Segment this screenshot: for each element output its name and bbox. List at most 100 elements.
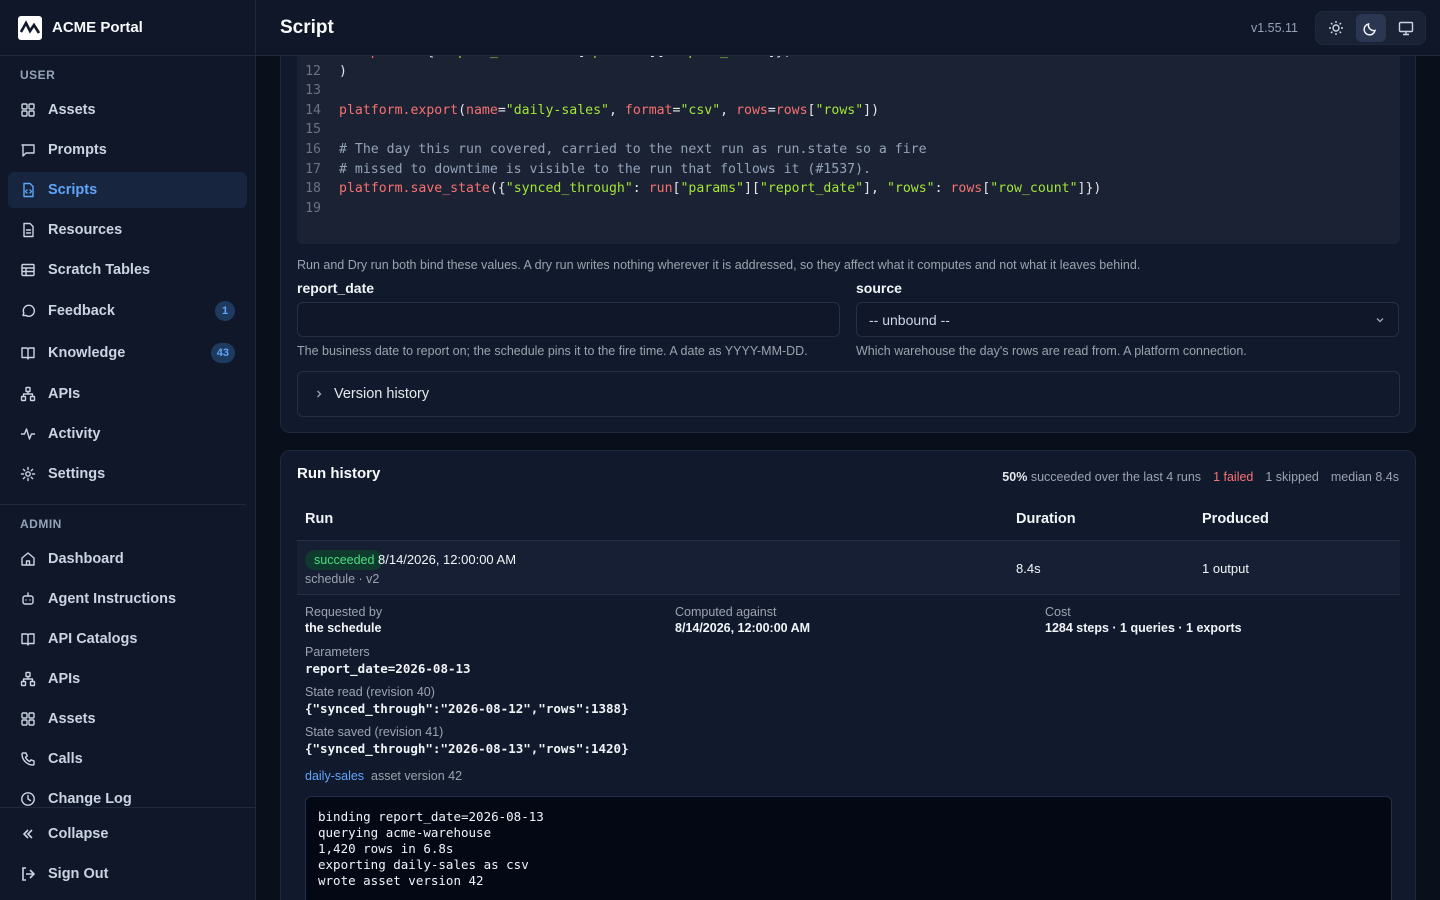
nav-label: Assets [48, 102, 96, 118]
sun-icon [1328, 21, 1343, 35]
chevron-right-icon [314, 389, 324, 399]
computed-against-label: Computed against [675, 605, 777, 619]
sidebar-item-knowledge[interactable]: Knowledge 43 [8, 335, 247, 371]
column-run: Run [305, 511, 334, 527]
nav-label: Activity [48, 426, 101, 442]
file-code-icon [20, 182, 36, 198]
report-date-hint: The business date to report on; the sche… [297, 344, 808, 358]
sidebar-admin-item-dashboard[interactable]: Dashboard [8, 541, 247, 577]
count-badge: 43 [210, 343, 235, 363]
log-out-icon [20, 866, 36, 882]
activity-icon [20, 426, 36, 442]
app-name: ACME Portal [52, 19, 143, 36]
version-history-toggle[interactable]: Version history [297, 371, 1400, 417]
nav-label: Scratch Tables [48, 262, 151, 278]
sidebar-admin-item-assets[interactable]: Assets [8, 701, 247, 737]
asset-version: asset version 42 [371, 769, 463, 783]
code-editor[interactable]: 11 params={"report_date": run["params"][… [297, 56, 1400, 244]
gear-icon [20, 466, 36, 482]
user-section-label: USER [20, 68, 56, 82]
asset-link[interactable]: daily-sales [305, 769, 364, 783]
summary-skipped: 1 skipped [1265, 470, 1319, 484]
report-date-input[interactable] [297, 302, 840, 337]
sidebar-admin-item-agent-instructions[interactable]: Agent Instructions [8, 581, 247, 617]
count-badge: 1 [215, 301, 235, 321]
light-theme-button[interactable] [1321, 14, 1351, 42]
sign-out-button[interactable]: Sign Out [8, 856, 247, 892]
sidebar-item-resources[interactable]: Resources [8, 212, 247, 248]
sidebar-admin-item-calls[interactable]: Calls [8, 741, 247, 777]
file-icon [20, 222, 36, 238]
nav-label: Prompts [48, 142, 107, 158]
sidebar-item-feedback[interactable]: Feedback 1 [8, 293, 247, 329]
source-select[interactable]: -- unbound -- [856, 302, 1399, 337]
message-circle-icon [20, 303, 36, 319]
nav-label: Resources [48, 222, 123, 238]
run-history-title: Run history [297, 465, 381, 482]
line-number: 16 [305, 142, 321, 157]
run-produced: 1 output [1202, 561, 1249, 576]
dark-theme-button[interactable] [1355, 14, 1386, 42]
top-bar: Script v1.55.11 [256, 0, 1440, 56]
sidebar-item-scripts[interactable]: Scripts [8, 172, 247, 208]
nav-label: API Catalogs [48, 631, 138, 647]
system-theme-button[interactable] [1391, 14, 1421, 42]
book-icon [20, 631, 36, 647]
moon-icon [1362, 23, 1376, 36]
column-produced: Produced [1202, 511, 1269, 527]
run-duration: 8.4s [1016, 561, 1041, 576]
state-read-label: State read (revision 40) [305, 685, 435, 699]
home-icon [20, 551, 36, 567]
network-icon [20, 386, 36, 402]
nav-label: Change Log [48, 791, 132, 807]
requested-by-value: the schedule [305, 621, 382, 635]
cost-label: Cost [1045, 605, 1071, 619]
theme-switcher [1315, 11, 1426, 45]
version-history-label: Version history [334, 386, 430, 402]
brand[interactable]: ACME Portal [0, 0, 255, 56]
sidebar-admin-item-api-catalogs[interactable]: API Catalogs [8, 621, 247, 657]
line-number: 13 [305, 83, 321, 99]
sidebar: ACME Portal USER Assets Prompts Scripts Res… [0, 0, 256, 900]
line-number: 17 [305, 161, 321, 177]
code-line: 18 platform.save_state({"synced_through":… [297, 179, 1101, 199]
nav-label: Settings [48, 466, 106, 482]
summary-failed: 1 failed [1213, 470, 1254, 484]
line-number: 18 [305, 181, 321, 197]
summary-median: median 8.4s [1330, 470, 1399, 484]
run-log: binding report_date=2026-08-13 querying … [305, 796, 1392, 900]
page-title: Script [280, 16, 334, 38]
sidebar-admin-item-apis[interactable]: APIs [8, 661, 247, 697]
status-badge: succeeded [305, 550, 384, 570]
main-content: 11 params={"report_date": run["params"][… [256, 56, 1440, 900]
summary-success: 50% succeeded over the last 4 runs [1002, 470, 1202, 484]
parameters-label: Parameters [305, 645, 370, 659]
version-label: v1.55.11 [1250, 20, 1298, 35]
parameters-value: report_date=2026-08-13 [305, 661, 471, 676]
line-number: 12 [305, 63, 321, 79]
sidebar-item-assets[interactable]: Assets [8, 92, 247, 128]
table-icon [20, 262, 36, 278]
run-history-card: Run history 50% succeeded over the last … [280, 450, 1416, 900]
run-summary: 50% succeeded over the last 4 runs 1 fai… [1002, 470, 1399, 484]
code-line: 13 [297, 81, 339, 101]
asset-line: daily-sales asset version 42 [305, 769, 462, 783]
sidebar-item-scratch-tables[interactable]: Scratch Tables [8, 252, 247, 288]
network-icon [20, 671, 36, 687]
state-saved-label: State saved (revision 41) [305, 725, 444, 739]
code-line: 17 # missed to downtime is visible to the… [297, 160, 871, 180]
code-line: 16 # The day this run covered, carried to… [297, 140, 926, 160]
sidebar-item-prompts[interactable]: Prompts [8, 132, 247, 168]
computed-against-value: 8/14/2026, 12:00:00 AM [675, 621, 811, 635]
collapse-button[interactable]: Collapse [8, 816, 247, 852]
chevron-down-icon [1374, 313, 1386, 329]
table-row[interactable]: succeeded 8/14/2026, 12:00:00 AM schedul… [297, 540, 1400, 595]
sidebar-item-activity[interactable]: Activity [8, 416, 247, 452]
code-line: 12) [297, 62, 347, 82]
line-number: 14 [305, 102, 321, 118]
script-card: 11 params={"report_date": run["params"][… [280, 56, 1416, 433]
source-hint: Which warehouse the day's rows are read … [856, 344, 1247, 358]
sidebar-item-apis[interactable]: APIs [8, 376, 247, 412]
state-saved-value: {"synced_through":"2026-08-13","rows":14… [305, 741, 629, 756]
sidebar-item-settings[interactable]: Settings [8, 456, 247, 492]
